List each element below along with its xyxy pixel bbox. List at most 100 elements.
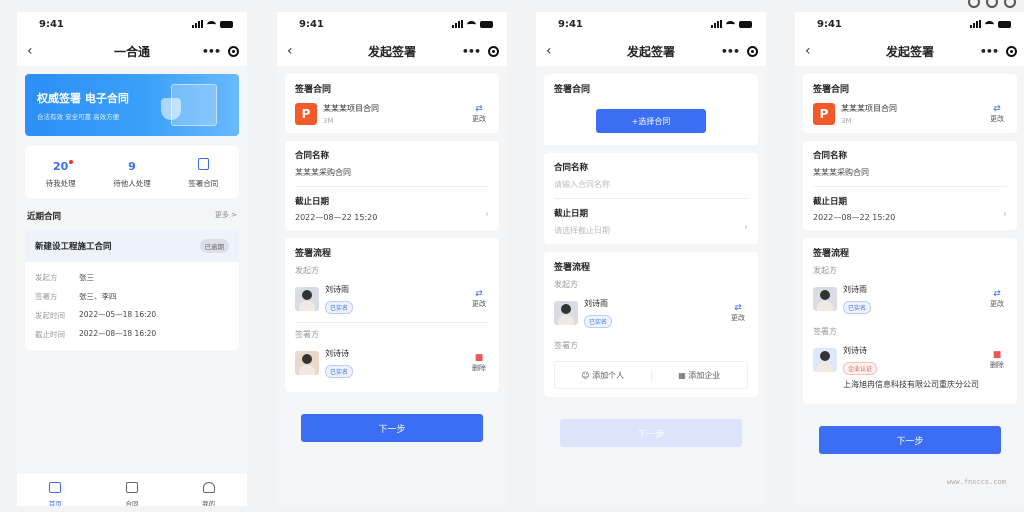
add-signer-row: ☺ 添加个人 ▦ 添加企业	[554, 361, 748, 389]
control-circle-icon	[1004, 0, 1016, 8]
deadline-placeholder: 请选择截止日期	[554, 226, 610, 235]
contract-card[interactable]: 新建设工程施工合同 已逾期 发起方 张三 签署方 张三、李四 发起时间 2022—05…	[25, 230, 239, 350]
promo-banner[interactable]: 权威签署 电子合同 合法有效 安全可靠 高效方便	[25, 74, 239, 136]
sign-document-icon	[197, 158, 209, 170]
company-verified-badge: 企业认证	[843, 362, 878, 375]
file-size: 3M	[841, 117, 852, 125]
tab-contracts[interactable]: 合同	[94, 474, 171, 506]
verified-badge: 已实名	[584, 315, 613, 328]
more-icon[interactable]: •••	[980, 45, 999, 58]
field-value: 2022—08—18 16:20	[79, 329, 157, 338]
home-screen: 9:41 ‹ 一合通 ••• 权威签署 电子合同 合法有效 安全可靠 高效方便 …	[17, 12, 247, 506]
building-icon: ▦	[678, 370, 689, 380]
contract-section: 签署合同 +选择合同	[544, 74, 758, 145]
signer-label: 签署方	[554, 341, 578, 350]
stat-pending-others[interactable]: 9 待他人处理	[96, 155, 167, 189]
button-label: 删除	[990, 361, 1004, 369]
deadline-picker[interactable]: 请选择截止日期 ›	[554, 219, 748, 236]
contract-name-input[interactable]: 某某某采购合同	[813, 167, 1007, 178]
contract-field: 发起时间 2022—05—18 16:20	[25, 310, 239, 321]
more-icon[interactable]: •••	[721, 45, 740, 58]
swap-icon: ⇄	[475, 289, 483, 299]
status-bar: 9:41	[795, 12, 1024, 36]
wifi-icon	[985, 20, 994, 28]
stat-label: 签署合同	[188, 179, 219, 188]
stat-count: 9	[128, 160, 136, 173]
status-bar: 9:41	[17, 12, 247, 36]
close-miniapp-icon[interactable]	[488, 45, 499, 57]
add-company-button[interactable]: ▦ 添加企业	[650, 369, 748, 381]
stat-pending-me[interactable]: 20 待我处理	[25, 155, 96, 189]
contract-name-input[interactable]: 某某某采购合同	[295, 167, 489, 178]
change-initiator-button[interactable]: ⇄ 更改	[987, 289, 1007, 309]
deadline-picker[interactable]: 2022—08—22 15:20 ›	[813, 207, 1007, 222]
signal-icon	[970, 20, 981, 28]
control-circle-icon	[986, 0, 998, 8]
next-button[interactable]: 下一步	[301, 414, 483, 442]
sign-screen-filled: 9:41 ‹ 发起签署 ••• 签署合同 P 某某某项目合同 3M ⇄ 更改 合同名…	[277, 12, 507, 506]
signer-label: 签署方	[813, 327, 837, 336]
more-link[interactable]: 更多 >	[215, 210, 237, 222]
change-file-button[interactable]: ⇄ 更改	[987, 104, 1007, 124]
trash-icon: ■	[474, 353, 484, 363]
pdf-file-icon: P	[813, 103, 835, 125]
next-button-disabled[interactable]: 下一步	[560, 419, 742, 447]
add-person-button[interactable]: ☺ 添加个人	[555, 370, 651, 381]
tab-bar: 首页 合同 我的	[17, 474, 247, 506]
selected-file: P 某某某项目合同 3M ⇄ 更改	[813, 103, 1007, 125]
field-value: 2022—05—18 16:20	[79, 310, 157, 319]
section-title: 签署合同	[554, 85, 591, 95]
chevron-right-icon: ›	[744, 222, 748, 233]
close-miniapp-icon[interactable]	[228, 45, 239, 57]
field-label: 截止日期	[813, 197, 848, 207]
status-badge: 已逾期	[199, 239, 229, 253]
battery-icon	[220, 20, 233, 28]
document-icon	[126, 482, 138, 493]
field-key: 截止时间	[35, 330, 65, 339]
contract-name-input[interactable]: 请输入合同名称	[554, 179, 748, 190]
initiator-label: 发起方	[813, 266, 837, 275]
status-time: 9:41	[817, 18, 842, 30]
swap-icon: ⇄	[993, 289, 1001, 299]
person-name: 刘诗诗	[843, 346, 867, 355]
status-time: 9:41	[39, 18, 64, 30]
tab-home[interactable]: 首页	[17, 474, 94, 506]
change-initiator-button[interactable]: ⇄ 更改	[469, 289, 489, 309]
change-file-button[interactable]: ⇄ 更改	[469, 104, 489, 124]
field-label: 合同名称	[295, 151, 330, 161]
deadline-value: 2022—08—22 15:20	[813, 213, 896, 222]
contract-section: 签署合同 P 某某某项目合同 3M ⇄ 更改	[803, 74, 1017, 133]
field-label: 截止日期	[554, 209, 589, 219]
choose-contract-button[interactable]: +选择合同	[596, 109, 706, 133]
stat-sign-contract[interactable]: 签署合同	[168, 155, 239, 189]
recent-title: 近期合同	[27, 212, 62, 222]
stat-label: 待他人处理	[113, 179, 151, 188]
field-value: 张三、李四	[79, 292, 117, 301]
back-icon[interactable]: ‹	[287, 43, 293, 59]
signer-label: 签署方	[295, 330, 319, 339]
delete-signer-button[interactable]: ■ 删除	[987, 350, 1007, 370]
next-button[interactable]: 下一步	[819, 426, 1001, 454]
status-time: 9:41	[299, 18, 324, 30]
initiator-row: 刘诗雨 已实名 ⇄ 更改	[295, 284, 489, 320]
button-label: 删除	[472, 364, 486, 372]
status-time: 9:41	[558, 18, 583, 30]
change-initiator-button[interactable]: ⇄ 更改	[728, 303, 748, 323]
file-name: 某某某项目合同	[323, 104, 379, 113]
button-label: 更改	[472, 300, 486, 308]
file-size: 3M	[323, 117, 334, 125]
close-miniapp-icon[interactable]	[1006, 45, 1017, 57]
delete-signer-button[interactable]: ■ 删除	[469, 353, 489, 373]
divider	[554, 198, 748, 199]
close-miniapp-icon[interactable]	[747, 45, 758, 57]
swap-icon: ⇄	[734, 303, 742, 313]
more-icon[interactable]: •••	[202, 45, 221, 58]
deadline-picker[interactable]: 2022—08—22 15:20 ›	[295, 207, 489, 222]
avatar	[295, 351, 319, 375]
back-icon[interactable]: ‹	[546, 43, 552, 59]
tab-profile[interactable]: 我的	[170, 474, 247, 506]
back-icon[interactable]: ‹	[27, 43, 33, 59]
more-icon[interactable]: •••	[462, 45, 481, 58]
back-icon[interactable]: ‹	[805, 43, 811, 59]
notification-dot	[69, 160, 74, 164]
